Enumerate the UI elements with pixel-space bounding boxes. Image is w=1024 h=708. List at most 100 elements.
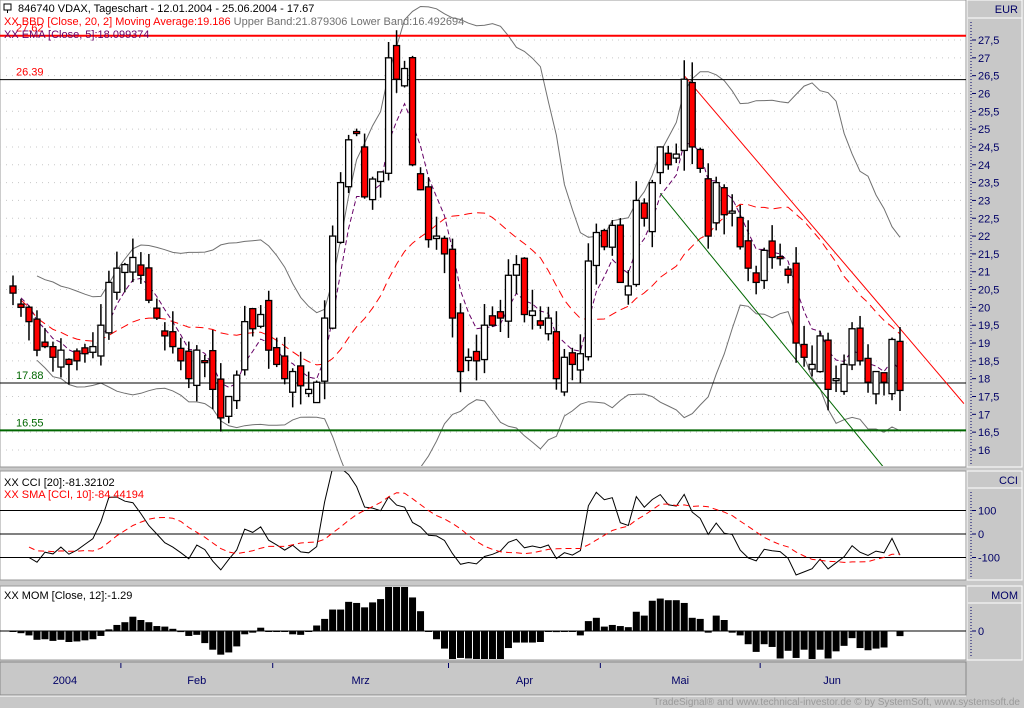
candle-body xyxy=(344,139,353,188)
mom-bar xyxy=(832,631,840,652)
mom-bar xyxy=(273,631,281,632)
mom-bar xyxy=(241,631,249,635)
candle-body xyxy=(408,57,417,166)
mom-bar xyxy=(696,618,704,631)
candle xyxy=(408,55,417,167)
candle-body xyxy=(217,378,225,419)
candle-body xyxy=(384,57,393,174)
candle-body xyxy=(376,171,385,183)
candle-body xyxy=(9,285,17,294)
mom-bar xyxy=(81,631,89,641)
mom-bar xyxy=(768,631,776,647)
candle-body xyxy=(784,268,792,276)
mom-bar xyxy=(97,631,105,636)
month-label: Feb xyxy=(187,675,206,687)
mom-bar xyxy=(712,615,720,631)
date-axis xyxy=(0,661,967,696)
mom-bar xyxy=(65,631,73,642)
bbd-legend: XX BBD [Close, 20, 2] Moving Average:19.… xyxy=(4,16,464,28)
mom-bar xyxy=(592,617,600,631)
price-tick-label: 18,5 xyxy=(978,356,999,368)
mom-bar xyxy=(417,611,425,631)
price-tick-label: 19,5 xyxy=(978,320,999,332)
month-label: Apr xyxy=(516,675,533,687)
candle-body xyxy=(25,306,33,323)
hline-label: 16.55 xyxy=(16,417,44,429)
mom-bar xyxy=(137,620,145,631)
mom-bar xyxy=(377,599,385,631)
mom-bar xyxy=(433,631,441,640)
candle-body xyxy=(480,324,489,361)
price-tick-label: 26,5 xyxy=(978,71,999,83)
candle-body xyxy=(89,345,97,353)
candle-body xyxy=(528,310,537,317)
candle-body xyxy=(888,338,896,395)
candle-body xyxy=(81,347,89,355)
candle-body xyxy=(49,345,57,358)
mom-bar xyxy=(896,631,904,637)
candle-body xyxy=(185,350,193,380)
candle-body xyxy=(297,365,305,387)
price-tick-label: 25 xyxy=(978,124,990,136)
bbd-ma-text: XX BBD [Close, 20, 2] Moving Average:19.… xyxy=(4,16,231,28)
candle-body xyxy=(832,378,840,382)
cci-panel xyxy=(0,470,967,581)
price-tick-label: 27,5 xyxy=(978,35,999,47)
candle-body xyxy=(41,341,49,348)
price-tick-label: 20 xyxy=(978,302,990,314)
candle-body xyxy=(672,153,680,159)
mom-bar xyxy=(209,631,217,650)
mom-bar xyxy=(225,631,233,653)
candle-body xyxy=(472,350,481,362)
cci-axis-title: CCI xyxy=(999,475,1018,487)
mom-bar xyxy=(664,600,672,631)
mom-bar xyxy=(536,631,544,642)
candle-body xyxy=(880,372,888,383)
candle-body xyxy=(241,320,249,371)
candle-body xyxy=(752,272,760,284)
candle-body xyxy=(161,330,169,337)
mom-bar xyxy=(49,631,57,641)
candle-body xyxy=(568,352,577,366)
candle-body xyxy=(544,317,553,335)
mom-bar xyxy=(105,629,113,631)
candle-body xyxy=(320,317,329,382)
mom-bar xyxy=(361,607,369,631)
candle-body xyxy=(496,311,505,319)
candle-body xyxy=(352,130,361,135)
price-tick-label: 27 xyxy=(978,53,990,65)
mom-bar xyxy=(345,601,353,631)
mom-bar xyxy=(73,631,81,642)
candle-body xyxy=(113,267,121,293)
mom-bar xyxy=(776,631,784,659)
mom-bar xyxy=(512,631,520,643)
mom-bar xyxy=(313,625,321,631)
candle-body xyxy=(416,173,425,191)
mom-bar xyxy=(17,631,25,634)
month-label: Mai xyxy=(671,675,689,687)
mom-bar xyxy=(760,631,768,645)
candle-body xyxy=(560,356,569,393)
candle-body xyxy=(600,229,608,248)
candle-body xyxy=(488,315,497,326)
candle-body xyxy=(704,178,712,237)
mom-bar xyxy=(281,631,289,632)
candle-body xyxy=(448,248,457,319)
mom-bar xyxy=(161,626,169,631)
candle xyxy=(424,177,433,248)
candle-body xyxy=(249,307,257,330)
price-tick-label: 22,5 xyxy=(978,213,999,225)
candle-body xyxy=(273,347,281,366)
mom-bar xyxy=(337,609,345,631)
mom-bar xyxy=(385,587,393,631)
candle-body xyxy=(864,357,872,383)
candle-body xyxy=(776,256,784,260)
candle xyxy=(328,225,337,330)
price-tick-label: 23,5 xyxy=(978,178,999,190)
price-tick-label: 26 xyxy=(978,88,990,100)
footer-credit: TradeSignal® and www.technical-investor.… xyxy=(653,697,1020,708)
candle-body xyxy=(336,181,345,244)
price-tick-label: 25,5 xyxy=(978,106,999,118)
candle-body xyxy=(464,356,473,362)
candle xyxy=(888,337,896,401)
